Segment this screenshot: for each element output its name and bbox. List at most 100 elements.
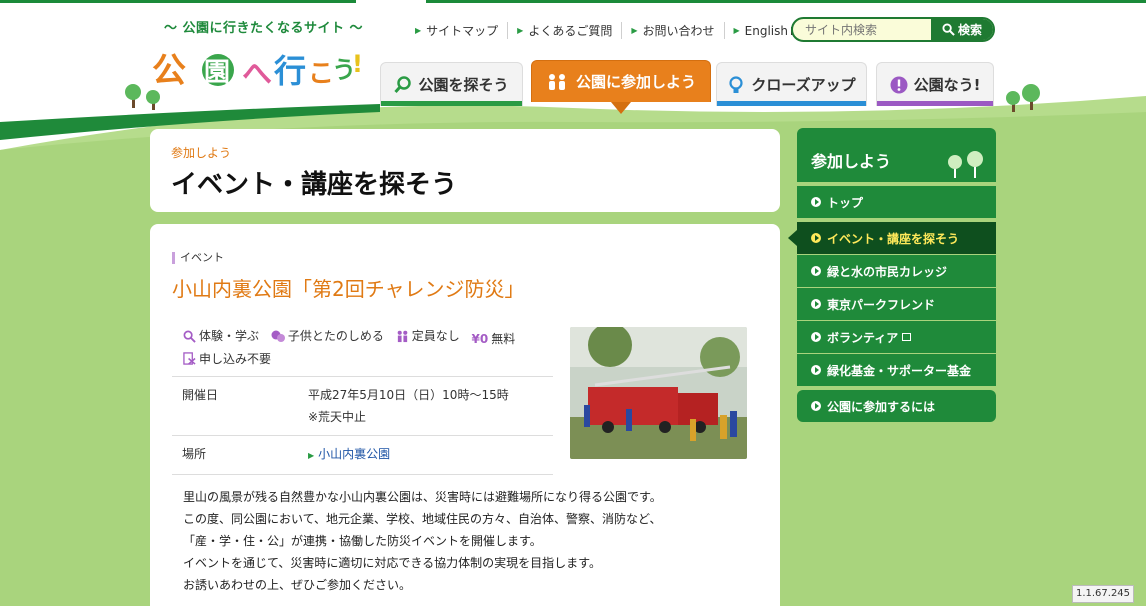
tab-find-park[interactable]: 公園を探そう — [380, 62, 523, 106]
sidebar-item-college[interactable]: 緑と水の市民カレッジ — [797, 255, 996, 287]
svg-text:行: 行 — [274, 52, 306, 90]
sidebar-item-fund[interactable]: 緑化基金・サポーター基金 — [797, 354, 996, 386]
sidebar-item-label: 緑化基金・サポーター基金 — [827, 363, 972, 378]
place-link[interactable]: 小山内裏公園 — [318, 447, 390, 461]
date-value-cell: 平成27年5月10日（日）10時〜15時 ※荒天中止 — [298, 376, 553, 436]
arrow-circle-icon — [811, 233, 821, 243]
event-title: 小山内裏公園「第2回チャレンジ防災」 — [172, 277, 525, 301]
sidebar-heading-label: 参加しよう — [811, 152, 892, 171]
arrow-circle-icon — [811, 365, 821, 375]
date-note: ※荒天中止 — [308, 410, 367, 424]
arrow-circle-icon — [811, 401, 821, 411]
svg-text:園: 園 — [204, 58, 230, 88]
event-detail-panel: イベント 小山内裏公園「第2回チャレンジ防災」 体験・学ぶ 子供とたのしめる 定… — [150, 224, 780, 606]
tab-color-bar — [381, 101, 522, 106]
svg-text:!: ! — [352, 50, 363, 78]
event-photo — [570, 327, 747, 459]
tag-label: 申し込み不要 — [199, 351, 272, 366]
tab-join-park[interactable]: 公園に参加しよう — [531, 60, 711, 114]
tab-closeup[interactable]: クローズアップ — [716, 62, 867, 106]
sidebar-item-label: イベント・講座を探そう — [827, 231, 960, 246]
search-button[interactable]: 検索 — [931, 19, 993, 40]
sidebar-item-label: 東京パークフレンド — [827, 297, 936, 312]
arrow-circle-icon — [811, 332, 821, 342]
sidebar-item-top[interactable]: トップ — [797, 186, 996, 218]
faq-link-label: よくあるご質問 — [528, 24, 613, 38]
tab-closeup-label: クローズアップ — [751, 76, 856, 94]
tag-children: 子供とたのしめる — [271, 326, 384, 346]
event-info-table: 開催日 平成27年5月10日（日）10時〜15時 ※荒天中止 場所 ▶ 小山内裏公… — [172, 376, 553, 475]
sidebar-item-label: ボランティア — [827, 330, 899, 345]
page-title: イベント・講座を探そう — [171, 170, 458, 200]
faq-link[interactable]: ▶ よくあるご質問 — [508, 22, 623, 39]
people-icon — [548, 73, 565, 90]
tag-label: 定員なし — [411, 329, 460, 343]
tag-experience: 体験・学ぶ — [183, 326, 259, 346]
no-application-icon — [183, 352, 196, 365]
search-icon — [942, 23, 955, 36]
triangle-icon: ▶ — [733, 26, 740, 35]
arrow-circle-icon — [811, 266, 821, 276]
magnifier-icon — [183, 330, 196, 343]
contact-link-label: お問い合わせ — [642, 24, 715, 38]
site-search: 検索 — [791, 17, 995, 42]
children-icon — [271, 330, 285, 342]
tab-park-now-label: 公園なう! — [913, 76, 981, 94]
tab-find-park-label: 公園を探そう — [418, 76, 509, 94]
tree-icon — [948, 151, 983, 178]
people-icon — [397, 330, 408, 342]
place-label: 場所 — [172, 435, 298, 475]
english-link-label: English — [744, 23, 789, 38]
search-input[interactable] — [793, 19, 931, 40]
sidebar-item-park-friend[interactable]: 東京パークフレンド — [797, 288, 996, 320]
tag-no-application: 申し込み不要 — [183, 349, 271, 369]
tab-color-bar — [717, 101, 866, 106]
table-row: 開催日 平成27年5月10日（日）10時〜15時 ※荒天中止 — [172, 376, 553, 436]
event-category-label: イベント — [172, 252, 224, 264]
version-badge: 1.1.67.245 — [1072, 585, 1134, 603]
utility-links: ▶ サイトマップ ▶ よくあるご質問 ▶ お問い合わせ ▶ English — [406, 22, 809, 39]
description-line: お誘いあわせの上、ぜひご参加ください。 — [183, 578, 412, 592]
sidebar-item-volunteer[interactable]: ボランティア — [797, 321, 996, 353]
triangle-icon: ▶ — [308, 451, 315, 460]
arrow-circle-icon — [811, 197, 821, 207]
tag-capacity: 定員なし — [396, 326, 460, 346]
sidebar-item-label: トップ — [827, 195, 864, 210]
triangle-icon: ▶ — [517, 26, 524, 35]
sidebar-item-label: 公園に参加するには — [827, 399, 936, 414]
arrow-circle-icon — [811, 299, 821, 309]
site-logo[interactable]: 公 園 へ 行 こ う ! — [148, 38, 368, 98]
exclamation-icon — [890, 76, 908, 93]
event-tags: 体験・学ぶ 子供とたのしめる 定員なし ¥0 無料 申し込み不要 — [183, 326, 553, 371]
description-line: 「産・学・住・公」が連携・協働した防災イベントを開催します。 — [183, 534, 542, 548]
sitemap-link[interactable]: ▶ サイトマップ — [406, 22, 509, 39]
tab-park-now[interactable]: 公園なう! — [876, 62, 994, 106]
sidebar-item-events[interactable]: イベント・講座を探そう — [788, 222, 996, 254]
place-value-cell: ▶ 小山内裏公園 — [298, 435, 553, 475]
tab-join-park-label: 公園に参加しよう — [575, 73, 696, 91]
sidebar-heading: 参加しよう — [797, 128, 996, 182]
site-tagline: 〜 公園に行きたくなるサイト 〜 — [164, 21, 364, 36]
sidebar-item-how-to-join[interactable]: 公園に参加するには — [797, 390, 996, 422]
svg-text:へ: へ — [242, 57, 272, 92]
description-line: イベントを通じて、災害時に適切に対応できる協力体制の実現を目指します。 — [183, 556, 601, 570]
date-label: 開催日 — [172, 376, 298, 436]
event-description: 里山の風景が残る自然豊かな小山内裏公園は、災害時には避難場所になり得る公園です。… — [183, 486, 662, 596]
search-button-label: 検索 — [957, 23, 982, 37]
tab-color-bar — [877, 101, 993, 106]
tag-free: ¥0 無料 — [472, 329, 516, 349]
sitemap-link-label: サイトマップ — [426, 24, 499, 38]
date-value: 平成27年5月10日（日）10時〜15時 — [308, 388, 509, 402]
triangle-icon: ▶ — [415, 26, 422, 35]
svg-text:こ: こ — [308, 59, 334, 89]
description-line: この度、同公園において、地元企業、学校、地域住民の方々、自治体、警察、消防など、 — [183, 512, 662, 526]
page-title-panel: 参加しよう イベント・講座を探そう — [150, 129, 780, 212]
description-line: 里山の風景が残る自然豊かな小山内裏公園は、災害時には避難場所になり得る公園です。 — [183, 490, 662, 504]
tag-label: 子供とたのしめる — [287, 329, 384, 343]
contact-link[interactable]: ▶ お問い合わせ — [622, 22, 725, 39]
magnifier-icon — [394, 75, 412, 93]
table-row: 場所 ▶ 小山内裏公園 — [172, 435, 553, 475]
tag-label: 体験・学ぶ — [199, 329, 260, 343]
external-window-icon — [902, 333, 912, 341]
breadcrumb[interactable]: 参加しよう — [171, 144, 231, 161]
